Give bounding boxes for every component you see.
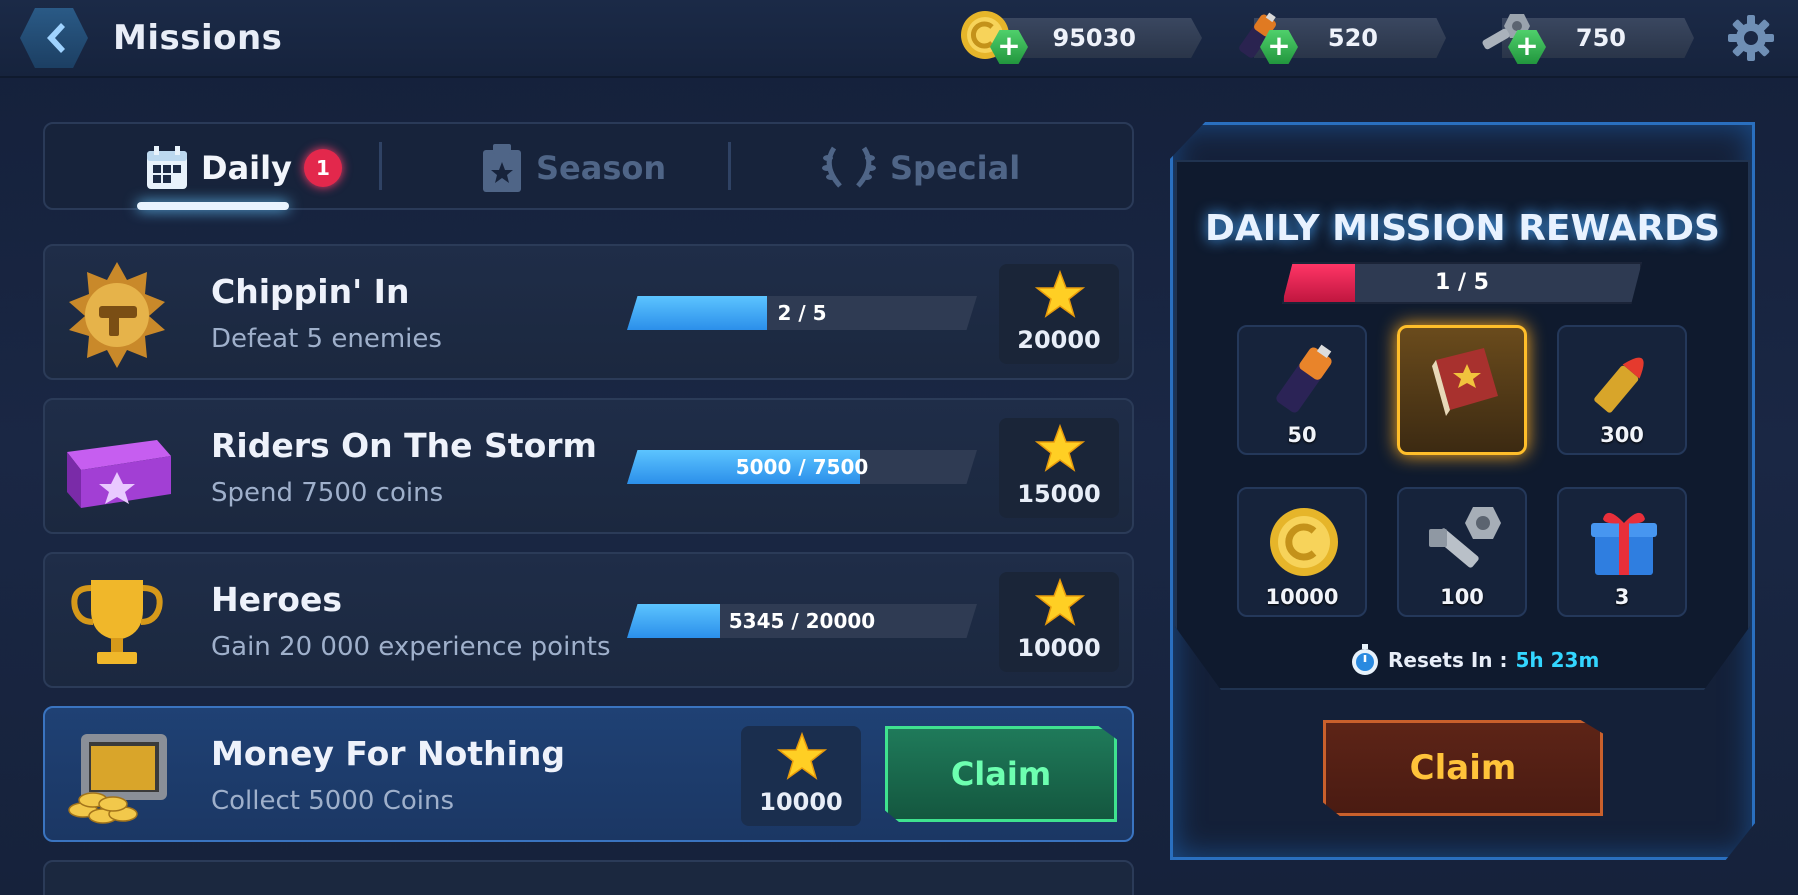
mission-title: Money For Nothing xyxy=(211,734,566,773)
reward-value: 50 xyxy=(1287,423,1317,447)
reward-item-bolt[interactable]: 100 xyxy=(1397,487,1527,617)
star-icon xyxy=(1035,424,1085,472)
currency-batteries: 520 + xyxy=(1228,12,1448,64)
daily-progress-bar: 1 / 5 xyxy=(1282,262,1642,304)
coin-icon xyxy=(1270,508,1338,576)
active-tab-indicator xyxy=(137,202,289,210)
gift-icon xyxy=(1591,512,1657,575)
reset-timer: Resets In : 5h 23m xyxy=(1350,643,1599,677)
reward-value: 10000 xyxy=(759,788,843,816)
laurel-wreath-icon xyxy=(822,146,876,188)
book-icon xyxy=(1432,348,1498,416)
reward-value: 3 xyxy=(1614,585,1630,609)
mission-description: Defeat 5 enemies xyxy=(211,324,442,354)
progress-text: 2 / 5 xyxy=(777,301,827,325)
mission-reward: 15000 xyxy=(999,418,1119,518)
tab-daily-label: Daily xyxy=(201,149,292,187)
tab-divider xyxy=(728,142,731,190)
mission-progress-bar: 5345 / 20000 xyxy=(627,604,977,638)
mission-row-riders-on-the-storm: Riders On The Storm Spend 7500 coins 500… xyxy=(43,398,1134,534)
batteries-amount: 520 xyxy=(1327,24,1378,52)
reward-item-bullet[interactable]: 300 xyxy=(1557,325,1687,455)
currency-coins: 95030 + xyxy=(958,11,1203,64)
mission-progress-bar: 5000 / 7500 xyxy=(627,450,977,484)
mission-title: Riders On The Storm xyxy=(211,426,597,465)
calendar-icon xyxy=(147,146,187,189)
mission-description: Gain 20 000 experience points xyxy=(211,632,611,662)
tab-special-label: Special xyxy=(890,149,1021,187)
reward-value: 15000 xyxy=(1017,480,1101,508)
coins-amount: 95030 xyxy=(1052,24,1137,52)
mission-progress-bar: 2 / 5 xyxy=(627,296,977,330)
trophy-icon xyxy=(71,580,163,664)
top-bar: Missions 95030 + 520 + 750 + xyxy=(0,0,1798,78)
tab-special[interactable]: Special xyxy=(820,140,1020,196)
purple-chest-icon xyxy=(67,440,171,508)
mission-row-money-for-nothing: Money For Nothing Collect 5000 Coins 100… xyxy=(43,706,1134,842)
mission-description: Collect 5000 Coins xyxy=(211,786,455,816)
resets-label: Resets In : xyxy=(1388,648,1508,672)
mission-reward: 20000 xyxy=(999,264,1119,364)
star-icon xyxy=(1035,270,1085,318)
reward-item-book[interactable] xyxy=(1397,325,1527,455)
star-icon xyxy=(777,732,827,780)
mission-description: Spend 7500 coins xyxy=(211,478,444,508)
mission-row-chippin-in: Chippin' In Defeat 5 enemies 2 / 5 20000 xyxy=(43,244,1134,380)
star-icon xyxy=(1035,578,1085,626)
reward-value: 20000 xyxy=(1017,326,1101,354)
settings-gear-icon[interactable] xyxy=(1726,13,1776,63)
tab-daily[interactable]: Daily 1 xyxy=(145,140,342,196)
mission-reward: 10000 xyxy=(741,726,861,826)
back-button[interactable] xyxy=(20,8,88,68)
notification-badge: 1 xyxy=(303,149,342,187)
reward-value: 10000 xyxy=(1265,585,1339,609)
mission-tabs: Daily 1 Season Special xyxy=(43,122,1134,210)
season-clipboard-icon xyxy=(483,144,521,192)
mission-title: Chippin' In xyxy=(211,272,410,311)
chevron-left-icon xyxy=(47,23,65,53)
mission-title: Heroes xyxy=(211,580,342,619)
reward-item-battery[interactable]: 50 xyxy=(1237,325,1367,455)
daily-rewards-claim-button[interactable]: Claim xyxy=(1323,720,1603,816)
currency-parts: 750 + xyxy=(1476,14,1696,64)
gold-badge-icon xyxy=(69,262,165,368)
reward-value: 300 xyxy=(1600,423,1644,447)
tab-divider xyxy=(379,142,382,190)
reward-item-gift[interactable]: 3 xyxy=(1557,487,1687,617)
parts-amount: 750 xyxy=(1575,24,1626,52)
resets-time: 5h 23m xyxy=(1515,648,1600,672)
tab-season[interactable]: Season xyxy=(480,140,666,196)
progress-text: 5345 / 20000 xyxy=(728,609,876,633)
panel-title: DAILY MISSION REWARDS xyxy=(1205,208,1720,249)
mission-row-heroes: Heroes Gain 20 000 experience points 534… xyxy=(43,552,1134,688)
battery-icon xyxy=(1276,344,1332,413)
stopwatch-icon xyxy=(1352,644,1378,675)
coin-chest-icon xyxy=(68,734,167,824)
reward-value: 10000 xyxy=(1017,634,1101,662)
mission-row-partial xyxy=(43,860,1134,895)
progress-text: 1 / 5 xyxy=(1435,270,1489,295)
mission-reward: 10000 xyxy=(999,572,1119,672)
page-title: Missions xyxy=(113,18,283,58)
reward-item-coins[interactable]: 10000 xyxy=(1237,487,1367,617)
reward-value: 100 xyxy=(1440,585,1484,609)
mission-claim-button[interactable]: Claim xyxy=(885,726,1117,822)
progress-text: 5000 / 7500 xyxy=(735,455,869,479)
tab-season-label: Season xyxy=(536,149,667,187)
bullet-icon xyxy=(1594,357,1644,413)
bolt-icon xyxy=(1429,507,1501,568)
